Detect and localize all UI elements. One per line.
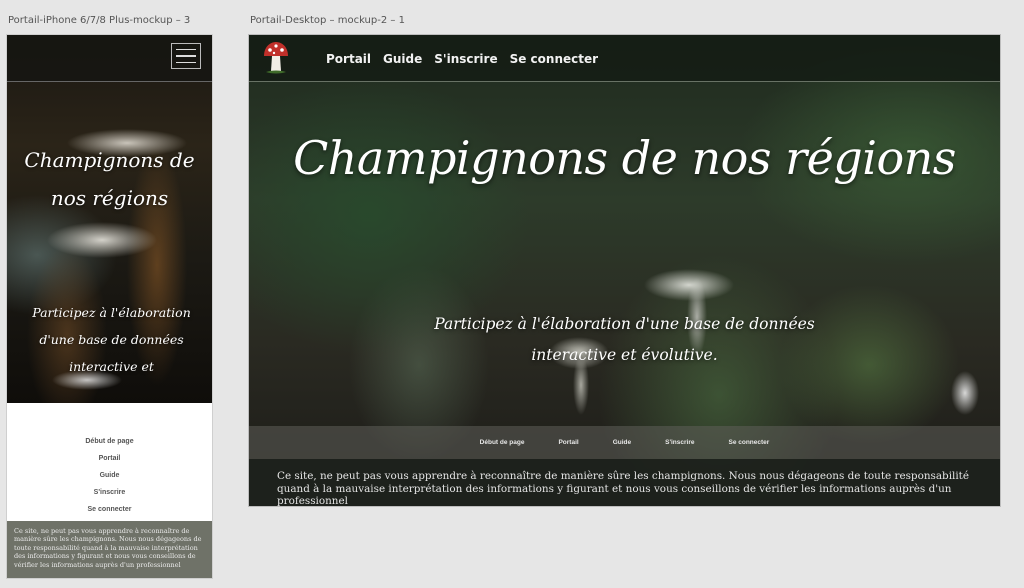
mobile-footer-link-login[interactable]: Se connecter	[88, 501, 132, 518]
hamburger-menu-icon[interactable]	[171, 43, 201, 69]
desktop-footer-link-guide[interactable]: Guide	[613, 439, 631, 446]
desktop-footer-link-top[interactable]: Début de page	[480, 439, 525, 446]
mobile-footer-link-signup[interactable]: S'inscrire	[94, 484, 126, 501]
desktop-footer-nav: Début de page Portail Guide S'inscrire S…	[249, 426, 1000, 459]
mobile-disclaimer: Ce site, ne peut pas vous apprendre à re…	[7, 521, 212, 578]
mobile-artboard-label[interactable]: Portail-iPhone 6/7/8 Plus-mockup – 3	[8, 15, 190, 26]
desktop-artboard: Portail Guide S'inscrire Se connecter Ch…	[248, 34, 1001, 507]
mobile-page-title: Champignons de nos régions	[24, 148, 195, 210]
mushroom-logo-icon[interactable]	[261, 39, 291, 75]
desktop-main-nav: Portail Guide S'inscrire Se connecter	[326, 35, 598, 82]
nav-login[interactable]: Se connecter	[510, 52, 598, 66]
nav-signup[interactable]: S'inscrire	[434, 52, 497, 66]
nav-guide[interactable]: Guide	[383, 52, 422, 66]
mobile-footer-nav: Début de page Portail Guide S'inscrire S…	[7, 403, 212, 521]
mobile-header	[7, 35, 212, 82]
desktop-hero-subtitle: Participez à l'élaboration d'une base de…	[434, 315, 815, 364]
mobile-footer-link-portail[interactable]: Portail	[99, 450, 121, 467]
mobile-footer-link-top[interactable]: Début de page	[85, 433, 133, 450]
desktop-disclaimer: Ce site, ne peut pas vous apprendre à re…	[249, 459, 1000, 506]
desktop-artboard-label[interactable]: Portail-Desktop – mockup-2 – 1	[250, 15, 405, 26]
desktop-footer-link-signup[interactable]: S'inscrire	[665, 439, 694, 446]
mobile-footer-link-guide[interactable]: Guide	[100, 467, 120, 484]
desktop-footer-link-portail[interactable]: Portail	[558, 439, 578, 446]
mobile-artboard: Champignons de nos régions Participez à …	[6, 34, 213, 579]
desktop-footer-link-login[interactable]: Se connecter	[729, 439, 770, 446]
nav-portail[interactable]: Portail	[326, 52, 371, 66]
mobile-hero-subtitle: Participez à l'élaboration d'une base de…	[32, 305, 191, 374]
desktop-header: Portail Guide S'inscrire Se connecter	[249, 35, 1000, 82]
desktop-page-title: Champignons de nos régions	[293, 131, 956, 185]
